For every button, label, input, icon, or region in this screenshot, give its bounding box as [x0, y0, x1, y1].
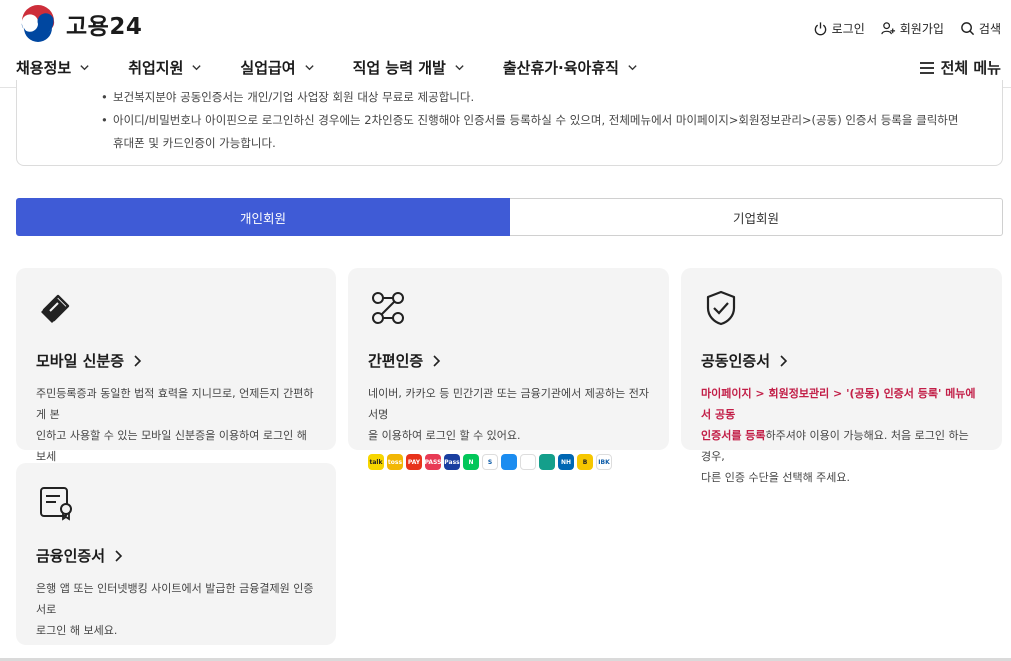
woori-logo [539, 454, 555, 470]
chevron-right-icon [780, 354, 788, 367]
gnb-item-label: 직업 능력 개발 [352, 59, 446, 77]
tab-personal[interactable]: 개인회원 [16, 198, 510, 236]
simple-auth-card[interactable]: 간편인증 네이버, 카카오 등 민간기관 또는 금융기관에서 제공하는 전자서명… [348, 268, 669, 470]
gnb-item-unemployment-benefit[interactable]: 실업급여 [240, 57, 314, 78]
joint-cert-title: 공동인증서 [701, 350, 982, 371]
kakao-logo: talk [368, 454, 384, 470]
notice-item-continued: 휴대폰 및 카드인증이 가능합니다. [113, 136, 276, 150]
notice-item: 보건복지분야 공동인증서는 개인/기업 사업장 회원 대상 무료로 제공합니다. [101, 86, 978, 109]
joint-cert-card[interactable]: 공동인증서 마이페이지 > 회원정보관리 > '(공동) 인증서 등록' 메뉴에… [681, 268, 1002, 484]
card-title-label: 간편인증 [368, 352, 424, 370]
payco-logo: PAY [406, 454, 422, 470]
shield-check-icon [706, 290, 736, 326]
desc-line: 네이버, 카카오 등 민간기관 또는 금융기관에서 제공하는 전자서명 [368, 387, 649, 421]
gnb-item-label: 실업급여 [240, 59, 296, 77]
desc-line: 로그인 해 보세요. [36, 624, 118, 637]
mobile-id-icon [41, 294, 70, 323]
tab-business[interactable]: 기업회원 [510, 198, 1003, 236]
gnb-item-label: 출산휴가·육아휴직 [502, 59, 619, 77]
signup-link[interactable]: 회원가입 [881, 20, 944, 37]
chevron-down-icon [455, 65, 464, 71]
desc-line: 은행 앱 또는 인터넷뱅킹 사이트에서 발급한 금융결제원 인증서로 [36, 582, 314, 616]
samsung-pass-logo: Pass [444, 454, 460, 470]
chevron-down-icon [304, 65, 314, 71]
notice-item: 아이디/비밀번호나 아이핀으로 로그인하신 경우에는 2차인증도 진행해야 인증… [101, 109, 978, 132]
taegeuk-logo-icon [20, 5, 56, 42]
auth-provider-logos: talk toss PAY PASS Pass N S NH B IBK [368, 454, 649, 470]
nh-logo: NH [558, 454, 574, 470]
joint-cert-desc: 마이페이지 > 회원정보관리 > '(공동) 인증서 등록' 메뉴에서 공동 인… [701, 383, 982, 488]
chevron-right-icon [115, 549, 123, 562]
gnb-item-parental-leave[interactable]: 출산휴가·육아휴직 [503, 57, 638, 78]
simple-auth-desc: 네이버, 카카오 등 민간기관 또는 금융기관에서 제공하는 전자서명 을 이용… [368, 383, 649, 446]
login-link[interactable]: 로그인 [813, 20, 865, 37]
ibk-logo: IBK [596, 454, 612, 470]
member-type-tabs: 개인회원 기업회원 [16, 198, 1003, 236]
card-title-label: 모바일 신분증 [36, 352, 125, 370]
site-logo[interactable]: 고용24 [18, 4, 142, 44]
logo-text: 고용24 [66, 14, 143, 40]
all-menu-label: 전체 메뉴 [940, 59, 1001, 77]
financial-cert-desc: 은행 앱 또는 인터넷뱅킹 사이트에서 발급한 금융결제원 인증서로 로그인 해… [36, 578, 316, 641]
gnb-item-employment-support[interactable]: 취업지원 [128, 57, 202, 78]
notice-list: 보건복지분야 공동인증서는 개인/기업 사업장 회원 대상 무료로 제공합니다.… [101, 86, 978, 155]
toss-cloud-logo [501, 454, 517, 470]
hamburger-icon [919, 61, 934, 74]
gnb-item-label: 취업지원 [128, 59, 184, 77]
simple-auth-title: 간편인증 [368, 350, 649, 371]
chevron-right-icon [433, 354, 441, 367]
desc-line: 을 이용하여 로그인 할 수 있어요. [368, 429, 521, 442]
chevron-down-icon [192, 65, 202, 71]
hana-logo [520, 454, 536, 470]
utility-menu: 로그인 회원가입 검색 [813, 20, 1001, 37]
notice-box: 보건복지분야 공동인증서는 개인/기업 사업장 회원 대상 무료로 제공합니다.… [16, 80, 1003, 166]
power-icon [814, 22, 826, 36]
chevron-down-icon [80, 65, 89, 71]
certificate-icon [40, 487, 72, 521]
desc-line: 인하고 사용할 수 있는 모바일 신분증을 이용하여 로그인 해 보세 [36, 429, 307, 463]
simple-auth-icon [372, 292, 404, 324]
desc-emphasis: 인증서를 등록 [701, 429, 766, 442]
desc-line: 다른 인증 수단을 선택해 주세요. [701, 471, 851, 484]
search-icon [961, 22, 975, 36]
pass-logo: PASS [425, 454, 441, 470]
financial-cert-title: 금융인증서 [36, 545, 316, 566]
search-link[interactable]: 검색 [960, 20, 1001, 37]
login-label: 로그인 [831, 22, 865, 36]
mobile-id-card[interactable]: 모바일 신분증 주민등록증과 동일한 법적 효력을 지니므로, 언제든지 간편하… [16, 268, 336, 484]
all-menu-button[interactable]: 전체 메뉴 [919, 57, 1001, 78]
desc-line: 주민등록증과 동일한 법적 효력을 지니므로, 언제든지 간편하게 본 [36, 387, 314, 421]
toss-logo: toss [387, 454, 403, 470]
gnb-item-vocational-training[interactable]: 직업 능력 개발 [353, 57, 465, 78]
gnb-item-label: 채용정보 [16, 59, 72, 77]
signup-label: 회원가입 [899, 22, 944, 36]
add-user-icon [881, 22, 895, 35]
kb-logo: B [577, 454, 593, 470]
card-title-label: 공동인증서 [701, 352, 771, 370]
gnb-item-job-info[interactable]: 채용정보 [16, 57, 90, 78]
shinhan-logo: S [482, 454, 498, 470]
mobile-id-title: 모바일 신분증 [36, 350, 316, 371]
chevron-right-icon [134, 354, 142, 367]
search-label: 검색 [978, 22, 1001, 36]
global-nav: 채용정보 취업지원 실업급여 직업 능력 개발 출산휴가·육아휴직 [16, 57, 676, 78]
desc-emphasis: 마이페이지 > 회원정보관리 > '(공동) 인증서 등록' 메뉴에서 공동 [701, 387, 976, 421]
desc-line: 인증서를 등록하주셔야 이용이 가능해요. 처음 로그인 하는 경우, [701, 425, 982, 467]
card-title-label: 금융인증서 [36, 547, 106, 565]
desc-line: 마이페이지 > 회원정보관리 > '(공동) 인증서 등록' 메뉴에서 공동 [701, 383, 982, 425]
naver-logo: N [463, 454, 479, 470]
chevron-down-icon [628, 65, 637, 71]
site-header: 고용24 로그인 회원가입 검색 채용정보 취업지원 실업급여 직업 능력 개발… [0, 0, 1011, 88]
financial-cert-card[interactable]: 금융인증서 은행 앱 또는 인터넷뱅킹 사이트에서 발급한 금융결제원 인증서로… [16, 463, 336, 645]
